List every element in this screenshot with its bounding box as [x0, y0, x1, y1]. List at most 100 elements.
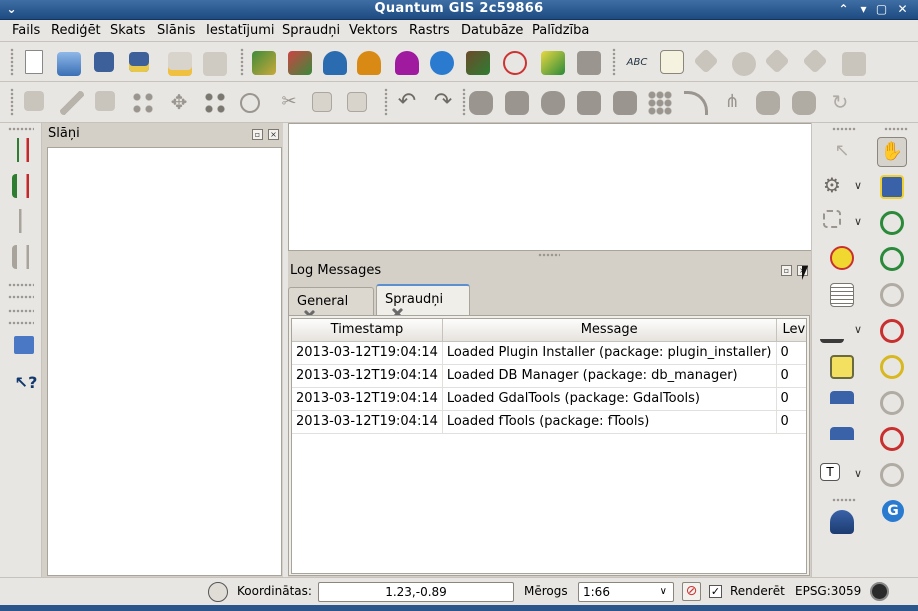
stop-render-icon[interactable]: ⊘ [682, 582, 701, 601]
histogram-gray-icon[interactable] [12, 209, 36, 233]
menu-view[interactable]: Skats [110, 23, 145, 38]
label-abc-icon[interactable]: ABC [625, 52, 649, 76]
open-project-icon[interactable] [57, 52, 81, 76]
zoom-layer-icon[interactable] [880, 355, 904, 379]
measure-icon[interactable] [820, 319, 844, 343]
delete-part-icon[interactable] [613, 91, 637, 115]
new-bookmark-icon[interactable] [830, 391, 854, 415]
menu-edit[interactable]: Rediģēt [51, 23, 101, 38]
fill-ring-icon[interactable] [541, 91, 565, 115]
tab-plugins[interactable]: Spraudņi [376, 284, 470, 316]
table-row[interactable]: 2013-03-12T19:04:14 Loaded fTools (packa… [292, 410, 806, 434]
toolbar-grip[interactable] [8, 283, 34, 287]
move-feature-icon[interactable]: ✥ [167, 91, 191, 115]
zoom-last-icon[interactable] [880, 427, 904, 451]
add-raster-layer-icon[interactable] [252, 51, 276, 75]
pan-icon[interactable]: ✋ [877, 137, 907, 167]
menu-database[interactable]: Datubāze [461, 23, 523, 38]
toolbar-grip[interactable] [384, 88, 388, 116]
map-canvas[interactable] [288, 123, 812, 251]
close-panel-icon[interactable]: × [268, 129, 279, 140]
column-header-level[interactable]: Level [776, 319, 806, 342]
redo-icon[interactable]: ↷ [431, 91, 455, 115]
toolbar-grip[interactable] [240, 48, 244, 76]
menu-plugins[interactable]: Spraudņi [282, 23, 340, 38]
zoom-in-icon[interactable] [880, 211, 904, 235]
add-ring-icon[interactable] [469, 91, 493, 115]
home-icon[interactable] [830, 427, 854, 451]
table-row[interactable]: 2013-03-12T19:04:14 Loaded Plugin Instal… [292, 341, 806, 365]
tab-general[interactable]: General [288, 287, 374, 315]
minimize-button[interactable]: ⌃ [835, 2, 852, 17]
paste-icon[interactable] [347, 92, 367, 112]
move-label-icon[interactable] [802, 48, 828, 74]
scale-combo[interactable]: 1:66 ∨ [578, 582, 674, 602]
cut-icon[interactable]: ✂ [277, 91, 301, 115]
rotate-point-icon[interactable]: ↻ [828, 91, 852, 115]
column-header-message[interactable]: Message [442, 319, 777, 342]
delete-selected-icon[interactable] [240, 93, 260, 113]
zoom-full-icon[interactable] [880, 319, 904, 343]
menu-file[interactable]: Fails [12, 23, 40, 38]
table-row[interactable]: 2013-03-12T19:04:14 Loaded DB Manager (p… [292, 364, 806, 388]
stretch-icon[interactable] [12, 174, 36, 198]
chevron-down-icon[interactable]: ∨ [854, 215, 862, 228]
annotation-icon[interactable] [830, 355, 854, 379]
zoom-next-icon[interactable] [880, 463, 904, 487]
new-project-icon[interactable] [25, 50, 43, 74]
print-icon[interactable] [203, 52, 227, 76]
float-panel-icon[interactable]: ▫ [252, 129, 263, 140]
db-icon[interactable] [830, 510, 854, 534]
toolbar-grip[interactable] [612, 48, 616, 76]
undo-icon[interactable]: ↶ [395, 91, 419, 115]
menu-vector[interactable]: Vektors [349, 23, 398, 38]
add-feature-icon[interactable] [131, 91, 155, 115]
splitter-grip[interactable] [538, 253, 560, 257]
delete-ring-icon[interactable] [577, 91, 601, 115]
merge-icon[interactable] [756, 91, 780, 115]
add-mssql-icon[interactable] [395, 51, 419, 75]
bookmark-icon[interactable] [14, 336, 34, 354]
toolbar-grip[interactable] [8, 127, 34, 131]
add-wfs-icon[interactable] [430, 51, 454, 75]
table-row[interactable]: 2013-03-12T19:04:14 Loaded GdalTools (pa… [292, 387, 806, 411]
add-spatialite-icon[interactable] [357, 51, 381, 75]
refresh-icon[interactable]: G [882, 500, 904, 522]
toolbar-grip[interactable] [10, 48, 14, 76]
attribute-table-icon[interactable] [830, 283, 854, 307]
tag-icon[interactable] [693, 48, 719, 74]
render-checkbox[interactable]: ✓ [709, 585, 722, 598]
chevron-down-icon[interactable]: ∨ [660, 583, 667, 601]
change-label-icon[interactable] [842, 52, 866, 76]
raster-histogram-icon[interactable] [12, 138, 36, 162]
label-pin-icon[interactable] [660, 50, 684, 74]
add-postgis-icon[interactable] [323, 51, 347, 75]
menu-layer[interactable]: Slānis [157, 23, 195, 38]
save-icon[interactable] [95, 91, 115, 111]
stretch-gray-icon[interactable] [12, 245, 36, 269]
identify-icon[interactable]: ↖ [830, 140, 854, 164]
node-tool-icon[interactable] [203, 91, 227, 115]
messages-icon[interactable] [208, 582, 228, 602]
menu-help[interactable]: Palīdzība [532, 23, 589, 38]
float-panel-icon[interactable]: ▫ [781, 265, 792, 276]
select-icon[interactable] [823, 210, 841, 228]
crs-icon[interactable] [870, 582, 889, 601]
zoom-out-icon[interactable] [880, 247, 904, 271]
toolbar-grip[interactable] [8, 295, 34, 299]
restore-button[interactable]: ▾ [855, 2, 872, 17]
toolbar-grip[interactable] [10, 88, 14, 116]
text-annotation-icon[interactable]: T [820, 463, 840, 481]
zoom-selection-icon[interactable] [880, 391, 904, 415]
save-project-icon[interactable] [94, 52, 114, 72]
help-whats-this-icon[interactable]: ↖? [14, 372, 38, 396]
deselect-icon[interactable] [830, 246, 854, 270]
split-icon[interactable]: ⋔ [720, 91, 744, 115]
menu-settings[interactable]: Iestatījumi [206, 23, 275, 38]
toolbar-grip[interactable] [8, 321, 34, 325]
add-vector-icon[interactable] [466, 51, 490, 75]
toolbar-grip[interactable] [832, 498, 856, 502]
menu-raster[interactable]: Rastrs [409, 23, 450, 38]
chevron-down-icon[interactable]: ∨ [854, 179, 862, 192]
toggle-edit-icon[interactable] [60, 91, 84, 115]
